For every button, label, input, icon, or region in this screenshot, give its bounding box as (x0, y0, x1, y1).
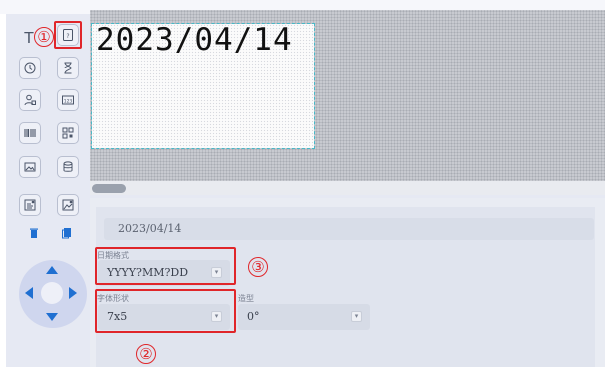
annotation-marker-3: ③ (248, 257, 268, 277)
rotation-select[interactable]: 0° ▾ (238, 304, 370, 330)
content-value-field[interactable]: 2023/04/14 (104, 218, 594, 240)
date-print-object[interactable]: 2023/04/14 (96, 24, 293, 56)
database-icon (63, 161, 73, 172)
document-tool-button[interactable] (19, 194, 41, 216)
timer-tool-button[interactable] (57, 57, 79, 79)
qr-code-icon (62, 127, 74, 139)
counter-tool-button[interactable]: 123 (57, 89, 79, 111)
copy-button[interactable] (59, 225, 75, 241)
direction-pad-center[interactable] (41, 282, 63, 304)
move-right-button[interactable] (69, 287, 77, 299)
image-icon (24, 162, 36, 172)
barcode-icon (24, 129, 36, 137)
barcode-tool-button[interactable] (19, 122, 41, 144)
chevron-down-icon: ▾ (351, 311, 362, 322)
date-tool-highlight (54, 21, 82, 49)
text-icon: T (24, 29, 34, 47)
move-up-button[interactable] (46, 266, 58, 274)
clock-icon (24, 62, 36, 74)
user-tool-button[interactable] (19, 89, 41, 111)
move-left-button[interactable] (25, 287, 33, 299)
counter-icon: 123 (62, 95, 74, 105)
graphic-icon (62, 199, 74, 211)
image-tool-button[interactable] (19, 156, 41, 178)
annotation-marker-1: ① (34, 27, 54, 47)
time-tool-button[interactable] (19, 57, 41, 79)
hourglass-icon (64, 62, 72, 74)
svg-text:123: 123 (64, 98, 73, 104)
delete-button[interactable] (26, 225, 42, 241)
scrollbar-thumb[interactable] (92, 184, 126, 193)
rotation-label: 造型 (238, 294, 254, 303)
date-format-highlight (95, 247, 236, 285)
document-icon (24, 199, 36, 211)
annotation-marker-2: ② (136, 344, 156, 364)
rotation-value: 0° (247, 310, 260, 323)
graphic-tool-button[interactable] (57, 194, 79, 216)
delete-icon (30, 228, 38, 238)
copy-icon (62, 228, 71, 239)
horizontal-scrollbar[interactable] (90, 181, 605, 195)
move-down-button[interactable] (46, 313, 58, 321)
database-tool-button[interactable] (57, 156, 79, 178)
font-shape-highlight (95, 289, 236, 333)
qr-tool-button[interactable] (57, 122, 79, 144)
user-icon (24, 94, 36, 106)
